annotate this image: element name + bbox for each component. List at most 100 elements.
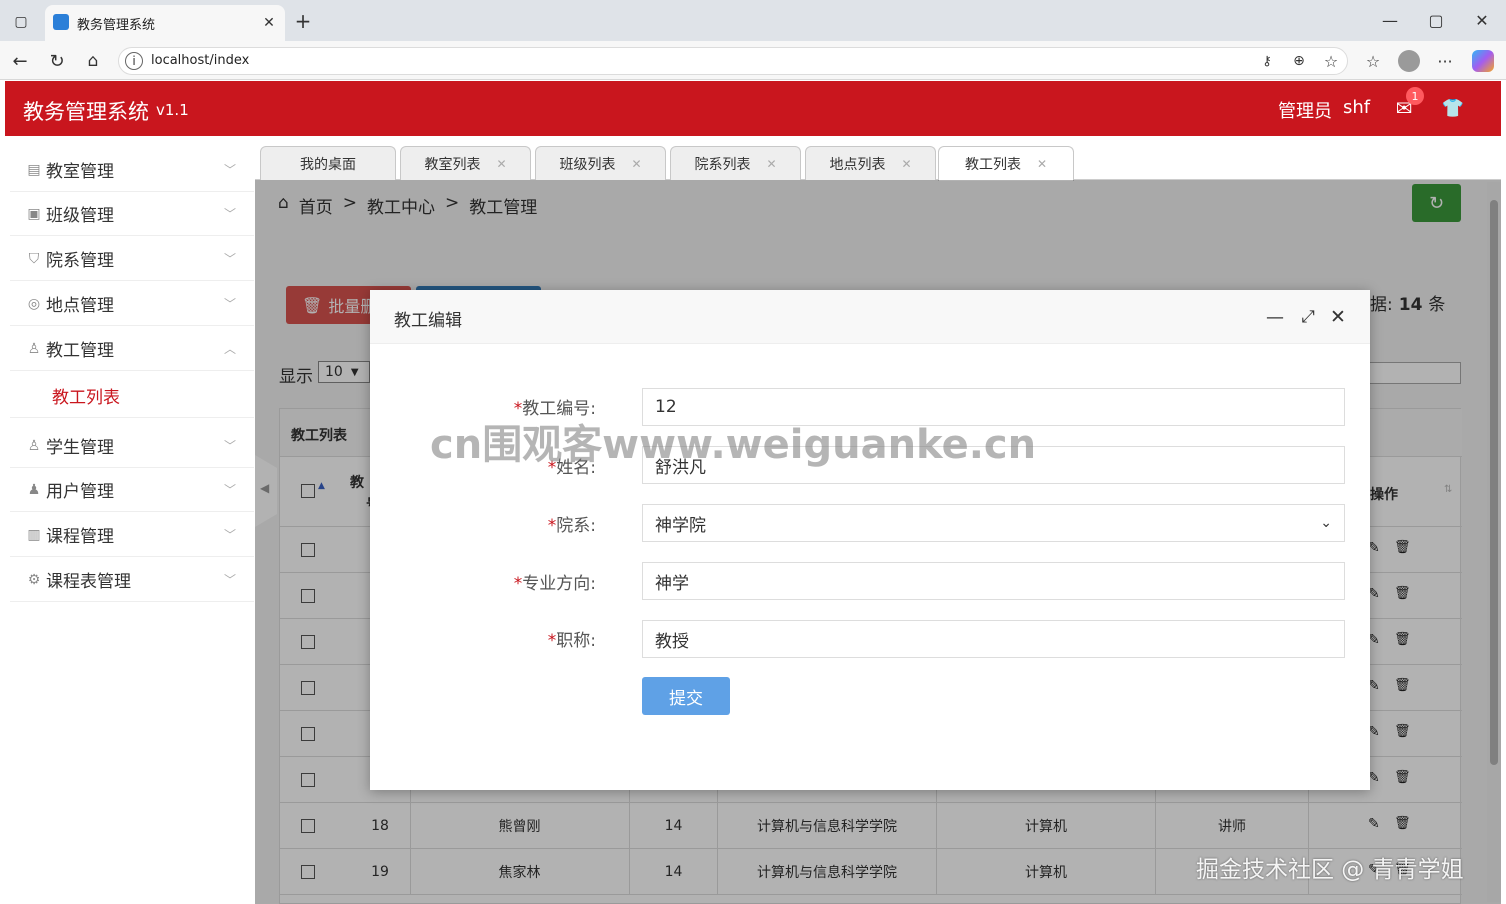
- field-label-text: 专业方向:: [522, 574, 596, 594]
- sidebar-item-classroom[interactable]: ▤ 教室管理 ﹀: [10, 148, 254, 192]
- sidebar-subitem-label: 教工列表: [52, 388, 120, 408]
- sidebar-subitem-staff-list[interactable]: 教工列表: [10, 374, 254, 418]
- user-role[interactable]: 管理员: [1278, 97, 1332, 123]
- dialog-title: 教工编辑: [394, 311, 462, 331]
- tab-location-list[interactable]: 地点列表 ✕: [805, 146, 936, 180]
- chevron-down-icon: ﹀: [223, 163, 236, 177]
- chevron-down-icon: ﹀: [223, 439, 236, 453]
- sidebar-item-location[interactable]: ◎ 地点管理 ﹀: [10, 282, 254, 326]
- close-icon[interactable]: ✕: [631, 157, 641, 171]
- sidebar-item-staff[interactable]: ♙ 教工管理 ︿: [10, 327, 254, 371]
- maximize-window-icon[interactable]: ▢: [1424, 10, 1448, 30]
- close-icon[interactable]: ✕: [1037, 157, 1047, 171]
- home-icon[interactable]: ⌂: [81, 50, 105, 72]
- favorite-star-icon[interactable]: ☆: [1321, 51, 1341, 71]
- close-window-icon[interactable]: ✕: [1470, 10, 1494, 30]
- address-bar[interactable]: i localhost/index ⚷ ⊕ ☆: [118, 47, 1348, 75]
- sidebar-item-student[interactable]: ♙ 学生管理 ﹀: [10, 424, 254, 468]
- tab-label: 班级列表: [559, 156, 616, 173]
- close-icon[interactable]: ✕: [1326, 305, 1350, 329]
- app-title: 教务管理系统: [23, 100, 149, 124]
- sidebar-item-label: 院系管理: [46, 251, 114, 271]
- tab-label: 教工列表: [964, 157, 1021, 173]
- chevron-up-icon: ︿: [223, 342, 236, 356]
- major-input[interactable]: 神学: [642, 562, 1345, 600]
- url-text: localhost/index: [151, 53, 250, 68]
- chevron-down-icon: ﹀: [223, 207, 236, 221]
- tab-actions-icon[interactable]: ▢: [10, 12, 32, 32]
- sidebar-item-course[interactable]: ▥ 课程管理 ﹀: [10, 513, 254, 557]
- site-favicon-icon: [53, 14, 69, 30]
- field-label-text: 院系:: [556, 516, 596, 536]
- profile-avatar[interactable]: [1398, 50, 1420, 72]
- field-value: 教授: [655, 631, 689, 652]
- user-icon: ♙: [27, 437, 41, 454]
- close-tab-icon[interactable]: ✕: [259, 13, 279, 33]
- site-info-icon[interactable]: i: [125, 52, 143, 70]
- mail-badge: 1: [1406, 87, 1424, 105]
- sidebar-item-label: 课程管理: [46, 527, 114, 547]
- chevron-down-icon: ﹀: [223, 573, 236, 587]
- field-value: 神学: [655, 573, 689, 594]
- sidebar-item-label: 教工管理: [46, 341, 114, 361]
- chevron-down-icon: ﹀: [223, 297, 236, 311]
- close-icon[interactable]: ✕: [901, 157, 911, 171]
- user-solid-icon: ♟: [27, 481, 41, 498]
- field-value: 神学院: [655, 515, 706, 536]
- sidebar-item-label: 用户管理: [46, 482, 114, 502]
- key-icon[interactable]: ⚷: [1257, 51, 1277, 71]
- sidebar-item-department[interactable]: ⛉ 院系管理 ﹀: [10, 237, 254, 281]
- browser-tab[interactable]: 教务管理系统 ✕: [45, 5, 285, 41]
- theme-shirt-icon[interactable]: 👕: [1440, 96, 1466, 120]
- sidebar-item-label: 地点管理: [46, 296, 114, 316]
- required-mark: *: [547, 516, 557, 536]
- chat-icon: ◎: [27, 295, 41, 312]
- sidebar-item-user[interactable]: ♟ 用户管理 ﹀: [10, 468, 254, 512]
- tab-staff-list[interactable]: 教工列表 ✕: [938, 146, 1074, 181]
- tab-class-list[interactable]: 班级列表 ✕: [535, 146, 666, 180]
- gear-icon: ⚙: [27, 571, 41, 588]
- required-mark: *: [547, 631, 557, 651]
- new-tab-icon[interactable]: +: [292, 9, 314, 33]
- favorites-icon[interactable]: ☆: [1361, 50, 1385, 72]
- image-icon: ▣: [27, 205, 41, 222]
- submit-button[interactable]: 提交: [642, 677, 730, 715]
- department-select[interactable]: 神学院 ⌄: [642, 504, 1345, 542]
- maximize-icon[interactable]: ⤢: [1296, 305, 1320, 329]
- zoom-icon[interactable]: ⊕: [1289, 51, 1309, 71]
- title-input[interactable]: 教授: [642, 620, 1345, 658]
- back-icon[interactable]: ←: [8, 50, 32, 72]
- app-version: v1.1: [156, 101, 189, 119]
- tab-label: 教室列表: [424, 156, 481, 173]
- book-icon: ▥: [27, 526, 41, 543]
- chevron-down-icon: ﹀: [223, 252, 236, 266]
- minimize-icon[interactable]: —: [1263, 305, 1287, 329]
- user-name[interactable]: shf: [1343, 97, 1370, 118]
- close-icon[interactable]: ✕: [496, 157, 506, 171]
- minimize-window-icon[interactable]: —: [1378, 10, 1402, 30]
- field-label-text: 职称:: [556, 631, 596, 651]
- tab-classroom-list[interactable]: 教室列表 ✕: [400, 146, 531, 180]
- sidebar-item-label: 班级管理: [46, 206, 114, 226]
- required-mark: *: [513, 574, 523, 594]
- tab-desktop[interactable]: 我的桌面: [260, 146, 396, 180]
- sidebar-item-class[interactable]: ▣ 班级管理 ﹀: [10, 192, 254, 236]
- copilot-icon[interactable]: [1472, 50, 1494, 72]
- close-icon[interactable]: ✕: [766, 157, 776, 171]
- staff-edit-dialog: 教工编辑 — ⤢ ✕ *教工编号: 12 *姓名: 舒洪凡 *院系: 神学院 ⌄ …: [370, 290, 1370, 790]
- chevron-down-icon: ﹀: [223, 483, 236, 497]
- chevron-down-icon: ﹀: [223, 528, 236, 542]
- watermark-center: cn围观客www.weiguanke.cn: [430, 422, 1037, 468]
- app-header: 教务管理系统 v1.1 管理员 shf ✉ 1 👕: [5, 81, 1501, 136]
- tab-label: 院系列表: [694, 156, 751, 173]
- sidebar: ▤ 教室管理 ﹀ ▣ 班级管理 ﹀ ⛉ 院系管理 ﹀ ◎ 地点管理 ﹀ ♙ 教工管理 ︿ 教工列表 …: [5, 136, 255, 904]
- field-label-department: *院系:: [370, 511, 596, 536]
- user-icon: ♙: [27, 340, 41, 357]
- more-options-icon[interactable]: ···: [1433, 50, 1457, 72]
- reload-icon[interactable]: ↻: [45, 50, 69, 72]
- tab-label: 地点列表: [829, 156, 886, 173]
- tab-department-list[interactable]: 院系列表 ✕: [670, 146, 801, 180]
- sidebar-item-schedule[interactable]: ⚙ 课程表管理 ﹀: [10, 558, 254, 602]
- field-label-title: *职称:: [370, 626, 596, 651]
- chevron-down-icon: ⌄: [1320, 515, 1332, 531]
